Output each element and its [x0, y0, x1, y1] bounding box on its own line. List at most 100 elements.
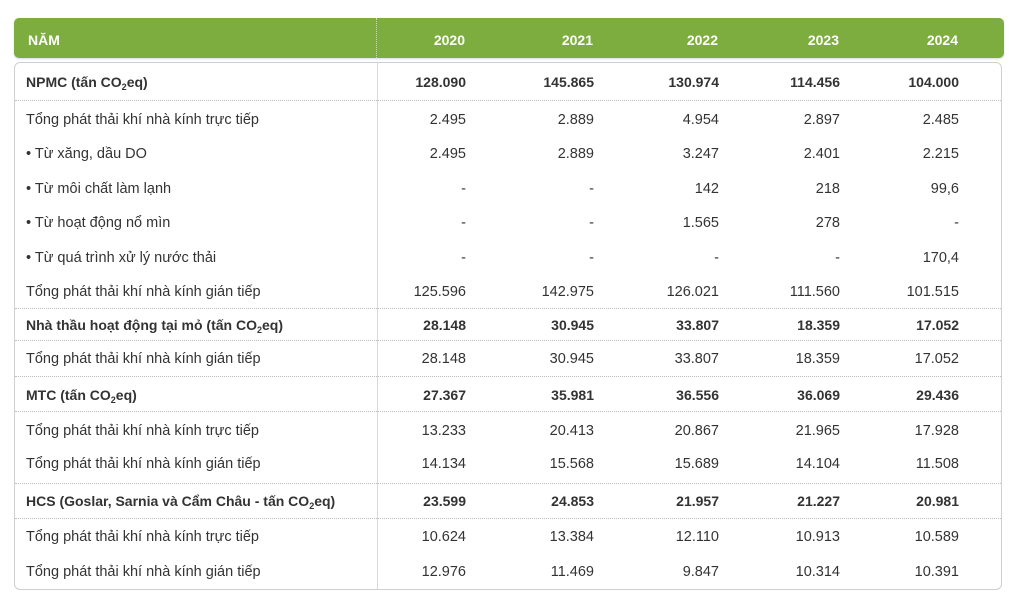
header-year-2023: 2023: [807, 32, 839, 48]
table-row: • Từ hoạt động nổ mìn - - 1.565 278 -: [15, 205, 1001, 239]
cell-2024: 29.436: [916, 387, 959, 403]
cell-2023: 111.560: [789, 284, 840, 300]
cell-2024: 17.928: [914, 423, 959, 439]
cell-2020: 28.148: [421, 351, 466, 367]
table-row: • Từ môi chất làm lạnh - - 142 218 99,6: [15, 171, 1001, 205]
row-label: Tổng phát thải khí nhà kính gián tiếp: [26, 456, 261, 472]
cell-2020: 128.090: [415, 74, 466, 90]
cell-2022: 126.021: [666, 284, 719, 300]
row-label: Tổng phát thải khí nhà kính gián tiếp: [26, 284, 261, 300]
cell-2023: 114.456: [790, 74, 840, 90]
cell-2024: 2.485: [922, 112, 959, 128]
cell-2021: -: [589, 181, 594, 197]
cell-2022: 4.954: [682, 112, 719, 128]
table-row: Tổng phát thải khí nhà kính gián tiếp 12…: [15, 275, 1001, 309]
row-label: • Từ hoạt động nổ mìn: [26, 215, 171, 231]
cell-2020: -: [461, 215, 466, 231]
cell-2022: 36.556: [676, 387, 719, 403]
header-year-2024: 2024: [926, 32, 958, 48]
cell-2021: 30.945: [549, 351, 594, 367]
cell-2024: 11.508: [915, 456, 959, 472]
table-row: Tổng phát thải khí nhà kính trực tiếp 2.…: [15, 101, 1001, 137]
table-row: Tổng phát thải khí nhà kính trực tiếp 10…: [15, 519, 1001, 555]
cell-2020: 12.976: [421, 564, 466, 580]
table-row: • Từ quá trình xử lý nước thải - - - - 1…: [15, 239, 1001, 275]
cell-2024: 17.052: [916, 317, 959, 333]
cell-2022: 1.565: [682, 215, 719, 231]
cell-2023: -: [835, 250, 840, 266]
header-year-2021: 2021: [561, 32, 593, 48]
row-label: • Từ môi chất làm lạnh: [26, 181, 172, 197]
row-label: Tổng phát thải khí nhà kính trực tiếp: [26, 423, 259, 439]
cell-2022: 33.807: [676, 317, 719, 333]
cell-2021: 145.865: [543, 74, 594, 90]
cell-2023: 10.913: [795, 529, 840, 545]
cell-2023: 36.069: [797, 387, 840, 403]
cell-2023: 18.359: [797, 317, 840, 333]
cell-2024: -: [954, 215, 959, 231]
cell-2022: 33.807: [674, 351, 719, 367]
cell-2021: 30.945: [551, 317, 594, 333]
cell-2021: 13.384: [549, 529, 594, 545]
cell-2021: 35.981: [551, 387, 594, 403]
row-label: NPMC (tấn CO2eq): [26, 74, 148, 92]
cell-2021: 2.889: [557, 146, 594, 162]
cell-2022: 15.689: [674, 456, 719, 472]
table-row: Tổng phát thải khí nhà kính gián tiếp 28…: [15, 341, 1001, 377]
table-row: • Từ xăng, dầu DO 2.495 2.889 3.247 2.40…: [15, 137, 1001, 171]
cell-2022: 9.847: [682, 564, 719, 580]
cell-2023: 278: [815, 215, 840, 231]
cell-2024: 10.589: [914, 529, 959, 545]
cell-2023: 218: [815, 181, 840, 197]
cell-2020: 125.596: [413, 284, 466, 300]
cell-2022: 142: [694, 181, 719, 197]
cell-2020: 28.148: [423, 317, 466, 333]
table-row-hcs: HCS (Goslar, Sarnia và Cẩm Châu - tấn CO…: [15, 484, 1001, 519]
cell-2023: 10.314: [795, 564, 840, 580]
cell-2020: -: [461, 250, 466, 266]
cell-2021: 2.889: [557, 112, 594, 128]
cell-2021: 11.469: [550, 564, 594, 580]
cell-2022: -: [714, 250, 719, 266]
table-header: NĂM 2020 2021 2022 2023 2024: [14, 18, 1004, 58]
row-label: Tổng phát thải khí nhà kính gián tiếp: [26, 564, 261, 580]
cell-2024: 17.052: [914, 351, 959, 367]
cell-2024: 10.391: [914, 564, 959, 580]
table-row-mtc: MTC (tấn CO2eq) 27.367 35.981 36.556 36.…: [15, 377, 1001, 412]
cell-2024: 101.515: [906, 284, 959, 300]
cell-2024: 99,6: [930, 181, 959, 197]
row-label: Nhà thầu hoạt động tại mỏ (tấn CO2eq): [26, 317, 284, 335]
table-row-contractor: Nhà thầu hoạt động tại mỏ (tấn CO2eq) 28…: [15, 309, 1001, 341]
cell-2023: 21.227: [797, 493, 840, 509]
table-row: Tổng phát thải khí nhà kính trực tiếp 13…: [15, 412, 1001, 447]
header-year-label: NĂM: [28, 32, 60, 48]
cell-2020: 14.134: [421, 456, 466, 472]
cell-2023: 14.104: [795, 456, 840, 472]
cell-2023: 2.897: [803, 112, 840, 128]
cell-2024: 2.215: [922, 146, 959, 162]
cell-2021: 15.568: [549, 456, 594, 472]
cell-2023: 18.359: [795, 351, 840, 367]
cell-2020: 10.624: [421, 529, 466, 545]
cell-2022: 12.110: [675, 529, 719, 545]
cell-2024: 20.981: [916, 493, 959, 509]
cell-2020: 27.367: [423, 387, 466, 403]
row-label: • Từ xăng, dầu DO: [26, 146, 147, 162]
header-year-2020: 2020: [433, 32, 465, 48]
cell-2020: -: [461, 181, 466, 197]
cell-2021: 24.853: [551, 493, 594, 509]
cell-2022: 20.867: [674, 423, 719, 439]
cell-2020: 13.233: [421, 423, 466, 439]
cell-2020: 23.599: [423, 493, 466, 509]
cell-2021: -: [589, 215, 594, 231]
cell-2021: -: [589, 250, 594, 266]
table-row: Tổng phát thải khí nhà kính gián tiếp 14…: [15, 447, 1001, 484]
cell-2024: 104.000: [908, 74, 959, 90]
table-row: Tổng phát thải khí nhà kính gián tiếp 12…: [15, 555, 1001, 589]
cell-2022: 21.957: [676, 493, 719, 509]
cell-2022: 130.974: [668, 74, 719, 90]
cell-2020: 2.495: [429, 112, 466, 128]
row-label: • Từ quá trình xử lý nước thải: [26, 250, 217, 266]
cell-2021: 20.413: [549, 423, 594, 439]
row-label: HCS (Goslar, Sarnia và Cẩm Châu - tấn CO…: [26, 493, 336, 511]
